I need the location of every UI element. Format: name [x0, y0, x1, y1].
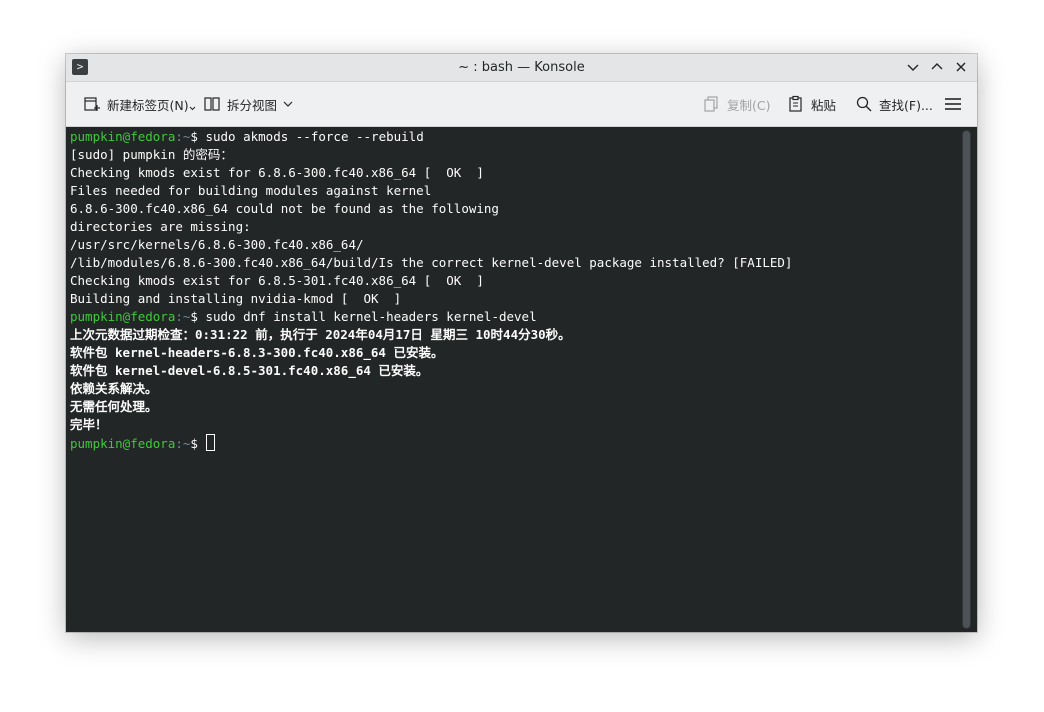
command-text: sudo dnf install kernel-headers kernel-d…: [197, 309, 537, 324]
chevron-down-icon: [283, 101, 293, 107]
prompt-symbol: $: [190, 309, 198, 324]
new-tab-icon: [84, 97, 100, 111]
output-line: 6.8.6-300.fc40.x86_64 could not be found…: [70, 201, 499, 216]
new-tab-button[interactable]: 新建标签页(N): [83, 82, 196, 126]
find-button[interactable]: 查找(F)...: [855, 82, 933, 126]
prompt-line: pumpkin@fedora:~$: [70, 434, 950, 452]
window-title: ~ : bash — Konsole: [458, 60, 585, 75]
output-line: 无需任何处理。: [70, 399, 158, 414]
prompt-path: :~: [175, 436, 191, 451]
split-view-button[interactable]: 拆分视图: [203, 82, 297, 126]
copy-button[interactable]: 复制(C): [703, 82, 770, 126]
output-line: directories are missing:: [70, 219, 251, 234]
split-view-icon: [204, 97, 220, 111]
output-line: Files needed for building modules agains…: [70, 183, 432, 198]
dropdown-indicator-icon: [189, 106, 195, 111]
search-icon: [856, 96, 872, 112]
prompt-user: pumpkin@fedora: [70, 129, 176, 144]
output-line: /lib/modules/6.8.6-300.fc40.x86_64/build…: [70, 255, 793, 270]
copy-icon: [704, 96, 718, 112]
output-line: 依赖关系解决。: [70, 381, 158, 396]
title-bar[interactable]: > ~ : bash — Konsole: [66, 54, 977, 82]
konsole-window: > ~ : bash — Konsole 新建标签页(N) 拆分视图 复制(C)…: [66, 54, 977, 632]
output-line: /usr/src/kernels/6.8.6-300.fc40.x86_64/: [70, 237, 364, 252]
output-line: 完毕！: [70, 417, 108, 432]
prompt-user: pumpkin@fedora: [70, 436, 176, 451]
output-line: [sudo] pumpkin 的密码：: [70, 147, 233, 162]
maximize-button[interactable]: [928, 58, 946, 76]
paste-label: 粘贴: [811, 97, 837, 113]
prompt-path: :~: [175, 309, 191, 324]
paste-button[interactable]: 粘贴: [787, 82, 836, 126]
chevron-down-icon: [907, 64, 919, 71]
main-menu-button[interactable]: [944, 82, 962, 126]
terminal-output: pumpkin@fedora:~$ sudo akmods --force --…: [70, 128, 950, 452]
prompt-symbol: $: [190, 129, 198, 144]
prompt-symbol: $: [190, 436, 198, 451]
prompt-user: pumpkin@fedora: [70, 309, 176, 324]
text-cursor: [206, 434, 216, 451]
prompt-line: pumpkin@fedora:~$ sudo akmods --force --…: [70, 128, 950, 146]
command-text: sudo akmods --force --rebuild: [197, 129, 424, 144]
close-button[interactable]: [952, 58, 970, 76]
toolbar: 新建标签页(N) 拆分视图 复制(C) 粘贴 查找(F)...: [66, 82, 977, 127]
close-icon: [956, 62, 966, 72]
split-view-label: 拆分视图: [227, 97, 278, 113]
output-line: 软件包 kernel-headers-6.8.3-300.fc40.x86_64…: [70, 345, 444, 360]
chevron-up-icon: [931, 63, 943, 70]
output-line: 上次元数据过期检查：0:31:22 前，执行于 2024年04月17日 星期三 …: [70, 327, 571, 342]
scrollbar-thumb[interactable]: [963, 131, 970, 628]
prompt-line: pumpkin@fedora:~$ sudo dnf install kerne…: [70, 308, 950, 326]
output-line: Building and installing nvidia-kmod [ OK…: [70, 291, 402, 306]
command-text: [198, 436, 206, 451]
new-tab-label: 新建标签页(N): [107, 97, 189, 113]
copy-label: 复制(C): [727, 97, 771, 113]
minimize-button[interactable]: [904, 58, 922, 76]
prompt-path: :~: [175, 129, 191, 144]
terminal-view[interactable]: pumpkin@fedora:~$ sudo akmods --force --…: [66, 127, 977, 632]
output-line: Checking kmods exist for 6.8.6-300.fc40.…: [70, 165, 484, 180]
scrollbar[interactable]: [962, 130, 971, 629]
paste-icon: [789, 95, 802, 112]
find-label: 查找(F)...: [879, 97, 933, 113]
hamburger-menu-icon: [945, 98, 961, 110]
output-line: 软件包 kernel-devel-6.8.5-301.fc40.x86_64 已…: [70, 363, 429, 378]
output-line: Checking kmods exist for 6.8.5-301.fc40.…: [70, 273, 484, 288]
